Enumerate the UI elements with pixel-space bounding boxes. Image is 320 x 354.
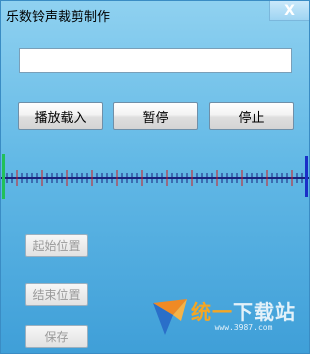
pause-button[interactable]: 暂停 <box>113 102 198 130</box>
app-window: 乐数铃声裁剪制作 X 播放载入 暂停 停止 起始位置 结束位置 保存 统一下载站… <box>0 0 310 354</box>
watermark-main-part1: 统一 <box>191 300 233 324</box>
end-marker[interactable] <box>305 156 308 197</box>
close-button[interactable]: X <box>269 1 309 21</box>
stop-button[interactable]: 停止 <box>209 102 294 130</box>
timeline-ruler[interactable] <box>1 154 309 199</box>
start-marker[interactable] <box>2 154 5 199</box>
watermark-text: 统一下载站 www.3987.com <box>191 302 296 332</box>
title-bar[interactable]: 乐数铃声裁剪制作 X <box>1 1 309 29</box>
close-icon: X <box>284 2 295 19</box>
set-end-position-button[interactable]: 结束位置 <box>25 283 88 306</box>
timeline-svg <box>1 154 309 199</box>
save-button[interactable]: 保存 <box>25 325 88 348</box>
file-path-input[interactable] <box>19 48 292 73</box>
watermark-main-part2: 下载站 <box>233 300 296 324</box>
watermark-logo-icon <box>153 299 187 335</box>
watermark: 统一下载站 www.3987.com <box>151 297 301 337</box>
window-title: 乐数铃声裁剪制作 <box>6 10 111 25</box>
play-load-button[interactable]: 播放载入 <box>18 102 103 130</box>
set-start-position-button[interactable]: 起始位置 <box>25 234 88 257</box>
watermark-url: www.3987.com <box>214 323 273 332</box>
